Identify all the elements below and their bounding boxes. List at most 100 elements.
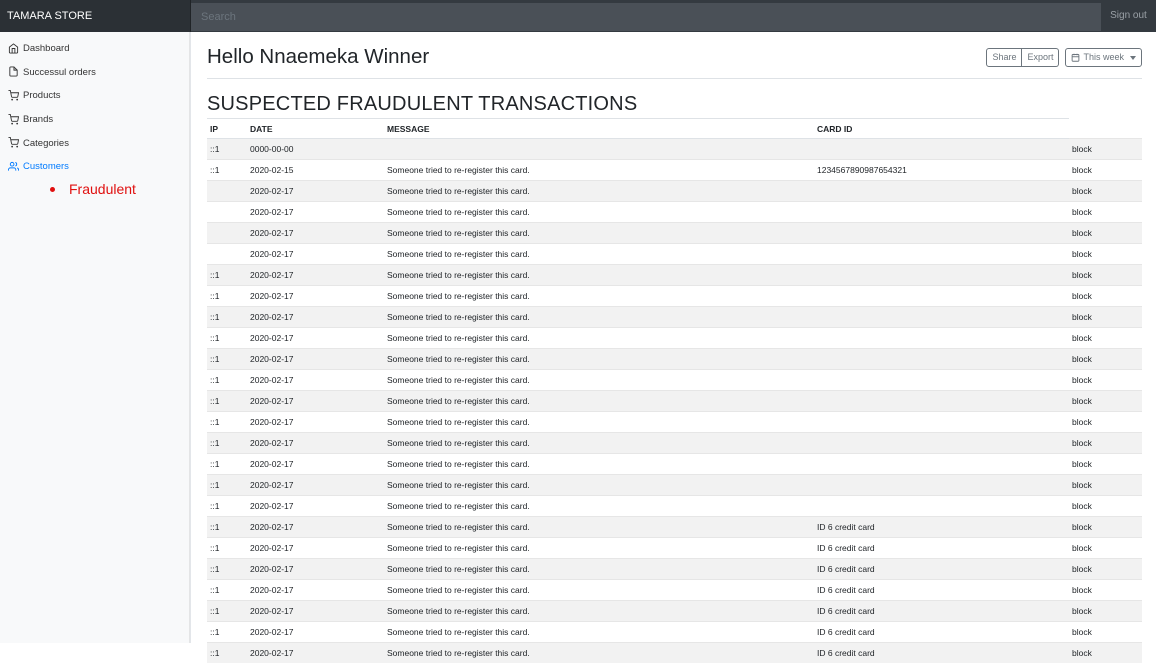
cell-date: 2020-02-17: [247, 370, 384, 391]
sidebar-item-customers[interactable]: Customers: [0, 155, 190, 179]
cell-card-id: [814, 139, 1069, 160]
cell-card-id: [814, 454, 1069, 475]
table-row: ::12020-02-17Someone tried to re-registe…: [207, 349, 1142, 370]
block-link[interactable]: block: [1069, 559, 1142, 580]
block-link[interactable]: block: [1069, 370, 1142, 391]
cell-ip: ::1: [207, 643, 247, 663]
block-link[interactable]: block: [1069, 307, 1142, 328]
cell-message: Someone tried to re-register this card.: [384, 517, 814, 538]
period-dropdown[interactable]: This week: [1065, 48, 1142, 67]
cell-card-id: 1234567890987654321: [814, 160, 1069, 181]
sidebar-item-brands[interactable]: Brands: [0, 108, 190, 132]
block-link[interactable]: block: [1069, 265, 1142, 286]
top-navbar: TAMARA STORE Sign out: [0, 0, 1156, 32]
sidebar-item-label: Dashboard: [23, 43, 69, 54]
cell-date: 2020-02-17: [247, 265, 384, 286]
cell-date: 2020-02-17: [247, 328, 384, 349]
cell-ip: ::1: [207, 475, 247, 496]
block-link[interactable]: block: [1069, 160, 1142, 181]
search-input[interactable]: [191, 3, 1101, 31]
column-header-action: [1069, 119, 1142, 139]
brand-logo[interactable]: TAMARA STORE: [0, 0, 191, 32]
sidebar: DashboardSuccessul ordersProductsBrandsC…: [0, 32, 191, 643]
shopping-cart-icon: [8, 90, 20, 102]
cell-ip: ::1: [207, 580, 247, 601]
block-link[interactable]: block: [1069, 328, 1142, 349]
block-link[interactable]: block: [1069, 454, 1142, 475]
cell-message: Someone tried to re-register this card.: [384, 181, 814, 202]
cell-ip: [207, 202, 247, 223]
cell-message: Someone tried to re-register this card.: [384, 475, 814, 496]
table-row: ::12020-02-17Someone tried to re-registe…: [207, 328, 1142, 349]
cell-message: Someone tried to re-register this card.: [384, 160, 814, 181]
table-row: ::12020-02-17Someone tried to re-registe…: [207, 265, 1142, 286]
cell-card-id: ID 6 credit card: [814, 517, 1069, 538]
shopping-cart-icon: [8, 137, 20, 149]
sidebar-item-successul-orders[interactable]: Successul orders: [0, 61, 190, 85]
block-link[interactable]: block: [1069, 622, 1142, 643]
cell-ip: ::1: [207, 622, 247, 643]
block-link[interactable]: block: [1069, 412, 1142, 433]
block-link[interactable]: block: [1069, 286, 1142, 307]
cell-date: 2020-02-17: [247, 580, 384, 601]
block-link[interactable]: block: [1069, 580, 1142, 601]
cell-date: 2020-02-17: [247, 286, 384, 307]
sidebar-item-categories[interactable]: Categories: [0, 131, 190, 155]
block-link[interactable]: block: [1069, 601, 1142, 622]
cell-date: 2020-02-17: [247, 391, 384, 412]
block-link[interactable]: block: [1069, 391, 1142, 412]
sidebar-item-products[interactable]: Products: [0, 84, 190, 108]
cell-card-id: ID 6 credit card: [814, 601, 1069, 622]
home-icon: [8, 43, 20, 55]
cell-card-id: [814, 370, 1069, 391]
cell-card-id: ID 6 credit card: [814, 643, 1069, 663]
block-link[interactable]: block: [1069, 475, 1142, 496]
chevron-down-icon: [1130, 56, 1136, 60]
block-link[interactable]: block: [1069, 223, 1142, 244]
cell-date: 0000-00-00: [247, 139, 384, 160]
cell-message: Someone tried to re-register this card.: [384, 433, 814, 454]
column-header-date: DATE: [247, 119, 384, 139]
cell-card-id: [814, 244, 1069, 265]
cell-date: 2020-02-17: [247, 559, 384, 580]
sign-out-link[interactable]: Sign out: [1101, 0, 1156, 32]
block-link[interactable]: block: [1069, 538, 1142, 559]
share-button[interactable]: Share: [986, 48, 1022, 67]
block-link[interactable]: block: [1069, 496, 1142, 517]
block-link[interactable]: block: [1069, 643, 1142, 663]
block-link[interactable]: block: [1069, 202, 1142, 223]
sidebar-item-label: Successul orders: [23, 67, 96, 78]
block-link[interactable]: block: [1069, 349, 1142, 370]
cell-message: Someone tried to re-register this card.: [384, 454, 814, 475]
sidebar-subnav: Fraudulent: [0, 179, 190, 199]
block-link[interactable]: block: [1069, 517, 1142, 538]
cell-card-id: [814, 475, 1069, 496]
cell-card-id: [814, 433, 1069, 454]
export-button[interactable]: Export: [1022, 48, 1059, 67]
cell-card-id: [814, 391, 1069, 412]
block-link[interactable]: block: [1069, 139, 1142, 160]
cell-message: Someone tried to re-register this card.: [384, 370, 814, 391]
block-link[interactable]: block: [1069, 244, 1142, 265]
table-row: ::12020-02-17Someone tried to re-registe…: [207, 307, 1142, 328]
table-row: ::10000-00-00block: [207, 139, 1142, 160]
cell-message: Someone tried to re-register this card.: [384, 580, 814, 601]
sidebar-item-label: Customers: [23, 161, 69, 172]
cell-date: 2020-02-17: [247, 349, 384, 370]
column-header-ip: IP: [207, 119, 247, 139]
table-row: ::12020-02-17Someone tried to re-registe…: [207, 622, 1142, 643]
table-row: 2020-02-17Someone tried to re-register t…: [207, 181, 1142, 202]
block-link[interactable]: block: [1069, 433, 1142, 454]
cell-date: 2020-02-17: [247, 538, 384, 559]
sidebar-subitem-fraudulent[interactable]: Fraudulent: [48, 179, 190, 199]
cell-ip: ::1: [207, 286, 247, 307]
cell-date: 2020-02-17: [247, 622, 384, 643]
cell-message: Someone tried to re-register this card.: [384, 559, 814, 580]
block-link[interactable]: block: [1069, 181, 1142, 202]
cell-card-id: [814, 328, 1069, 349]
cell-ip: ::1: [207, 601, 247, 622]
cell-card-id: [814, 412, 1069, 433]
cell-card-id: ID 6 credit card: [814, 559, 1069, 580]
cell-date: 2020-02-17: [247, 517, 384, 538]
sidebar-item-dashboard[interactable]: Dashboard: [0, 37, 190, 61]
